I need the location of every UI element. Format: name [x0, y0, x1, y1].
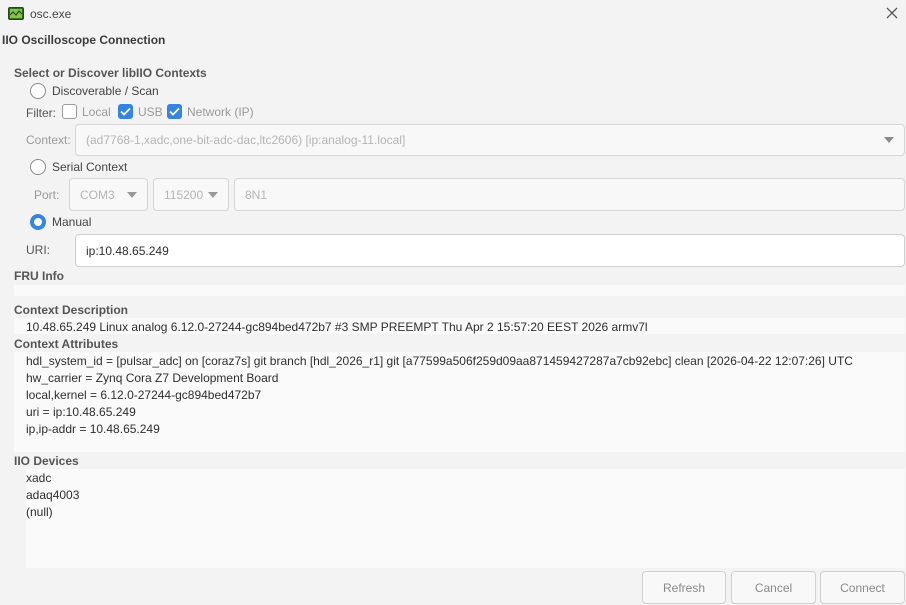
filter-network-label: Network (IP): [187, 104, 254, 119]
checkmark-icon: [120, 107, 131, 116]
uri-value: ip:10.48.65.249: [86, 243, 169, 258]
filter-usb-checkbox[interactable]: [118, 104, 133, 119]
chevron-down-icon: [127, 191, 137, 198]
uri-label: URI:: [26, 243, 50, 257]
devices-section-title: IIO Devices: [14, 454, 79, 468]
refresh-button[interactable]: Refresh: [642, 571, 726, 604]
filter-network-checkbox-row[interactable]: Network (IP): [167, 104, 254, 119]
context-label: Context:: [26, 133, 71, 147]
serial-label: Serial Context: [52, 160, 128, 174]
discoverable-label: Discoverable / Scan: [52, 84, 159, 98]
port-label: Port:: [34, 188, 60, 202]
manual-radio[interactable]: [30, 214, 46, 230]
window-title: osc.exe: [30, 7, 72, 21]
description-text: 10.48.65.249 Linux analog 6.12.0-27244-g…: [26, 320, 648, 334]
serial-radio-row[interactable]: Serial Context: [30, 159, 127, 175]
attribute-line: local,kernel = 6.12.0-27244-gc894bed472b…: [26, 388, 262, 402]
baud-value: 115200: [164, 187, 204, 202]
attributes-section-title: Context Attributes: [14, 337, 119, 351]
context-value: (ad7768-1,xadc,one-bit-adc-dac,ltc2606) …: [86, 133, 406, 147]
fru-panel: [14, 285, 905, 296]
attribute-line: hdl_system_id = [pulsar_adc] on [coraz7s…: [26, 354, 853, 368]
device-item: xadc: [26, 471, 52, 485]
port-value: COM3: [80, 187, 115, 202]
description-section-title: Context Description: [14, 303, 129, 317]
device-item: adaq4003: [26, 488, 80, 502]
serial-config-value: 8N1: [245, 187, 268, 202]
filter-local-checkbox[interactable]: [62, 104, 77, 119]
close-icon[interactable]: [884, 5, 900, 21]
uri-input[interactable]: ip:10.48.65.249: [75, 234, 905, 267]
dialog-title: IIO Oscilloscope Connection: [2, 33, 166, 47]
fru-section-title: FRU Info: [14, 269, 64, 283]
context-dropdown[interactable]: (ad7768-1,xadc,one-bit-adc-dac,ltc2606) …: [75, 124, 905, 156]
title-bar: [0, 0, 906, 28]
filter-local-checkbox-row[interactable]: Local: [62, 104, 111, 119]
attribute-line: hw_carrier = Zynq Cora Z7 Development Bo…: [26, 371, 279, 385]
contexts-section-title: Select or Discover libIIO Contexts: [14, 66, 207, 80]
discoverable-radio[interactable]: [30, 83, 46, 99]
manual-radio-row[interactable]: Manual: [30, 214, 91, 230]
cancel-button[interactable]: Cancel: [731, 571, 816, 604]
devices-panel: [26, 469, 905, 568]
filter-network-checkbox[interactable]: [167, 104, 182, 119]
chevron-down-icon: [884, 137, 894, 143]
checkmark-icon: [169, 107, 180, 116]
filter-usb-label: USB: [138, 104, 163, 119]
serial-config-input[interactable]: 8N1: [234, 178, 905, 211]
attribute-line: ip,ip-addr = 10.48.65.249: [26, 422, 160, 436]
manual-label: Manual: [52, 215, 92, 229]
connect-button[interactable]: Connect: [820, 571, 905, 604]
app-icon: [8, 7, 24, 20]
serial-radio[interactable]: [30, 159, 46, 175]
device-item: (null): [26, 505, 53, 519]
baud-dropdown[interactable]: 115200: [153, 178, 229, 211]
port-dropdown[interactable]: COM3: [69, 178, 148, 211]
chevron-down-icon: [208, 191, 218, 198]
filter-label: Filter:: [26, 106, 56, 120]
attribute-line: uri = ip:10.48.65.249: [26, 405, 136, 419]
discoverable-radio-row[interactable]: Discoverable / Scan: [30, 83, 159, 99]
filter-local-label: Local: [82, 104, 111, 119]
filter-usb-checkbox-row[interactable]: USB: [118, 104, 163, 119]
